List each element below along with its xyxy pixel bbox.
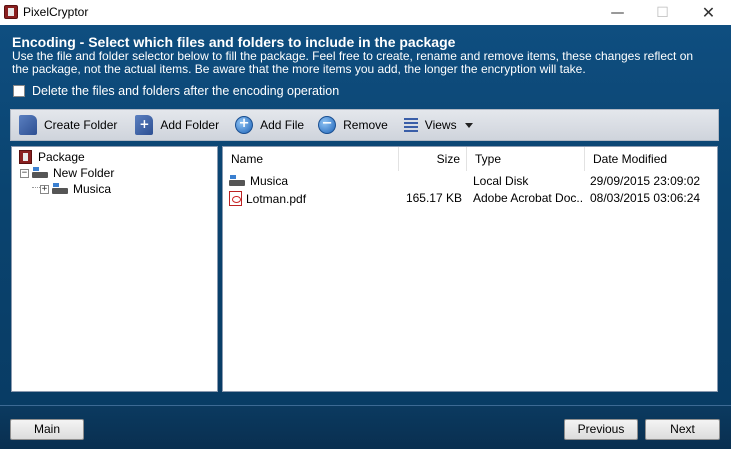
list-item[interactable]: Lotman.pdf 165.17 KB Adobe Acrobat Doc..… — [223, 190, 717, 207]
add-file-button[interactable]: Add File — [231, 111, 308, 139]
views-dropdown[interactable]: Views — [400, 111, 477, 139]
delete-after-checkbox[interactable] — [13, 85, 25, 97]
add-folder-label: Add Folder — [160, 118, 220, 132]
file-name: Musica — [250, 174, 289, 188]
page-heading: Encoding - Select which files and folder… — [12, 34, 456, 50]
page-description: Use the file and folder selector below t… — [12, 49, 694, 76]
window-title: PixelCryptor — [23, 5, 89, 19]
next-button[interactable]: Next — [645, 419, 720, 440]
add-folder-icon — [135, 115, 154, 135]
minimize-button[interactable]: — — [595, 0, 640, 25]
file-type: Adobe Acrobat Doc... — [473, 191, 583, 205]
file-name: Lotman.pdf — [246, 191, 307, 206]
file-list[interactable]: Name Size Type Date Modified Musica Loca… — [222, 146, 718, 392]
tree-node-musica[interactable]: + Musica — [40, 182, 111, 196]
drive-icon — [229, 175, 245, 187]
previous-button[interactable]: Previous — [564, 419, 638, 440]
remove-button[interactable]: Remove — [314, 111, 392, 139]
drive-icon — [52, 183, 68, 195]
remove-icon — [318, 116, 337, 134]
tree-node-label: Package — [38, 150, 85, 164]
views-label: Views — [424, 118, 457, 132]
close-button[interactable]: ✕ — [686, 0, 731, 25]
main-button[interactable]: Main — [10, 419, 84, 440]
title-bar: PixelCryptor — ☐ ✕ — [0, 0, 731, 25]
add-file-label: Add File — [260, 118, 305, 132]
delete-after-label: Delete the files and folders after the e… — [32, 84, 340, 98]
file-type: Local Disk — [473, 174, 529, 188]
file-date: 29/09/2015 23:09:02 — [590, 174, 701, 188]
tree-node-label: New Folder — [53, 166, 115, 180]
tree-expander-expand[interactable]: + — [40, 184, 49, 194]
file-size: 165.17 KB — [405, 191, 462, 205]
list-item[interactable]: Musica Local Disk 29/09/2015 23:09:02 — [223, 173, 717, 190]
chevron-down-icon — [464, 122, 473, 128]
drive-icon — [32, 167, 48, 179]
create-folder-button[interactable]: Create Folder — [15, 111, 121, 139]
pdf-icon — [229, 191, 242, 206]
footer-bar: Main Previous Next — [0, 405, 731, 449]
tree-node-label: Musica — [73, 182, 112, 196]
package-tree[interactable]: Package − New Folder + Musica — [11, 146, 218, 392]
tree-node-new-folder[interactable]: − New Folder — [20, 166, 114, 180]
create-folder-label: Create Folder — [44, 118, 118, 132]
create-folder-icon — [19, 115, 37, 135]
add-file-icon — [235, 116, 254, 134]
tree-expander-collapse[interactable]: − — [20, 168, 29, 178]
tree-node-package[interactable]: Package — [19, 150, 85, 164]
column-header-date-modified[interactable]: Date Modified — [585, 147, 717, 171]
main-panel: Encoding - Select which files and folder… — [0, 25, 731, 449]
app-logo-icon — [4, 5, 18, 19]
add-folder-button[interactable]: Add Folder — [131, 111, 223, 139]
column-header-type[interactable]: Type — [467, 147, 585, 171]
views-icon — [403, 118, 418, 132]
toolbar: Create Folder Add Folder Add File Remove… — [10, 109, 719, 141]
file-date: 08/03/2015 03:06:24 — [590, 191, 701, 205]
maximize-button[interactable]: ☐ — [640, 0, 685, 25]
column-header-name[interactable]: Name — [223, 147, 399, 171]
column-header-size[interactable]: Size — [399, 147, 467, 171]
package-icon — [19, 150, 32, 164]
delete-after-option[interactable]: Delete the files and folders after the e… — [13, 84, 339, 98]
remove-label: Remove — [343, 118, 388, 132]
tree-connector — [32, 187, 40, 188]
